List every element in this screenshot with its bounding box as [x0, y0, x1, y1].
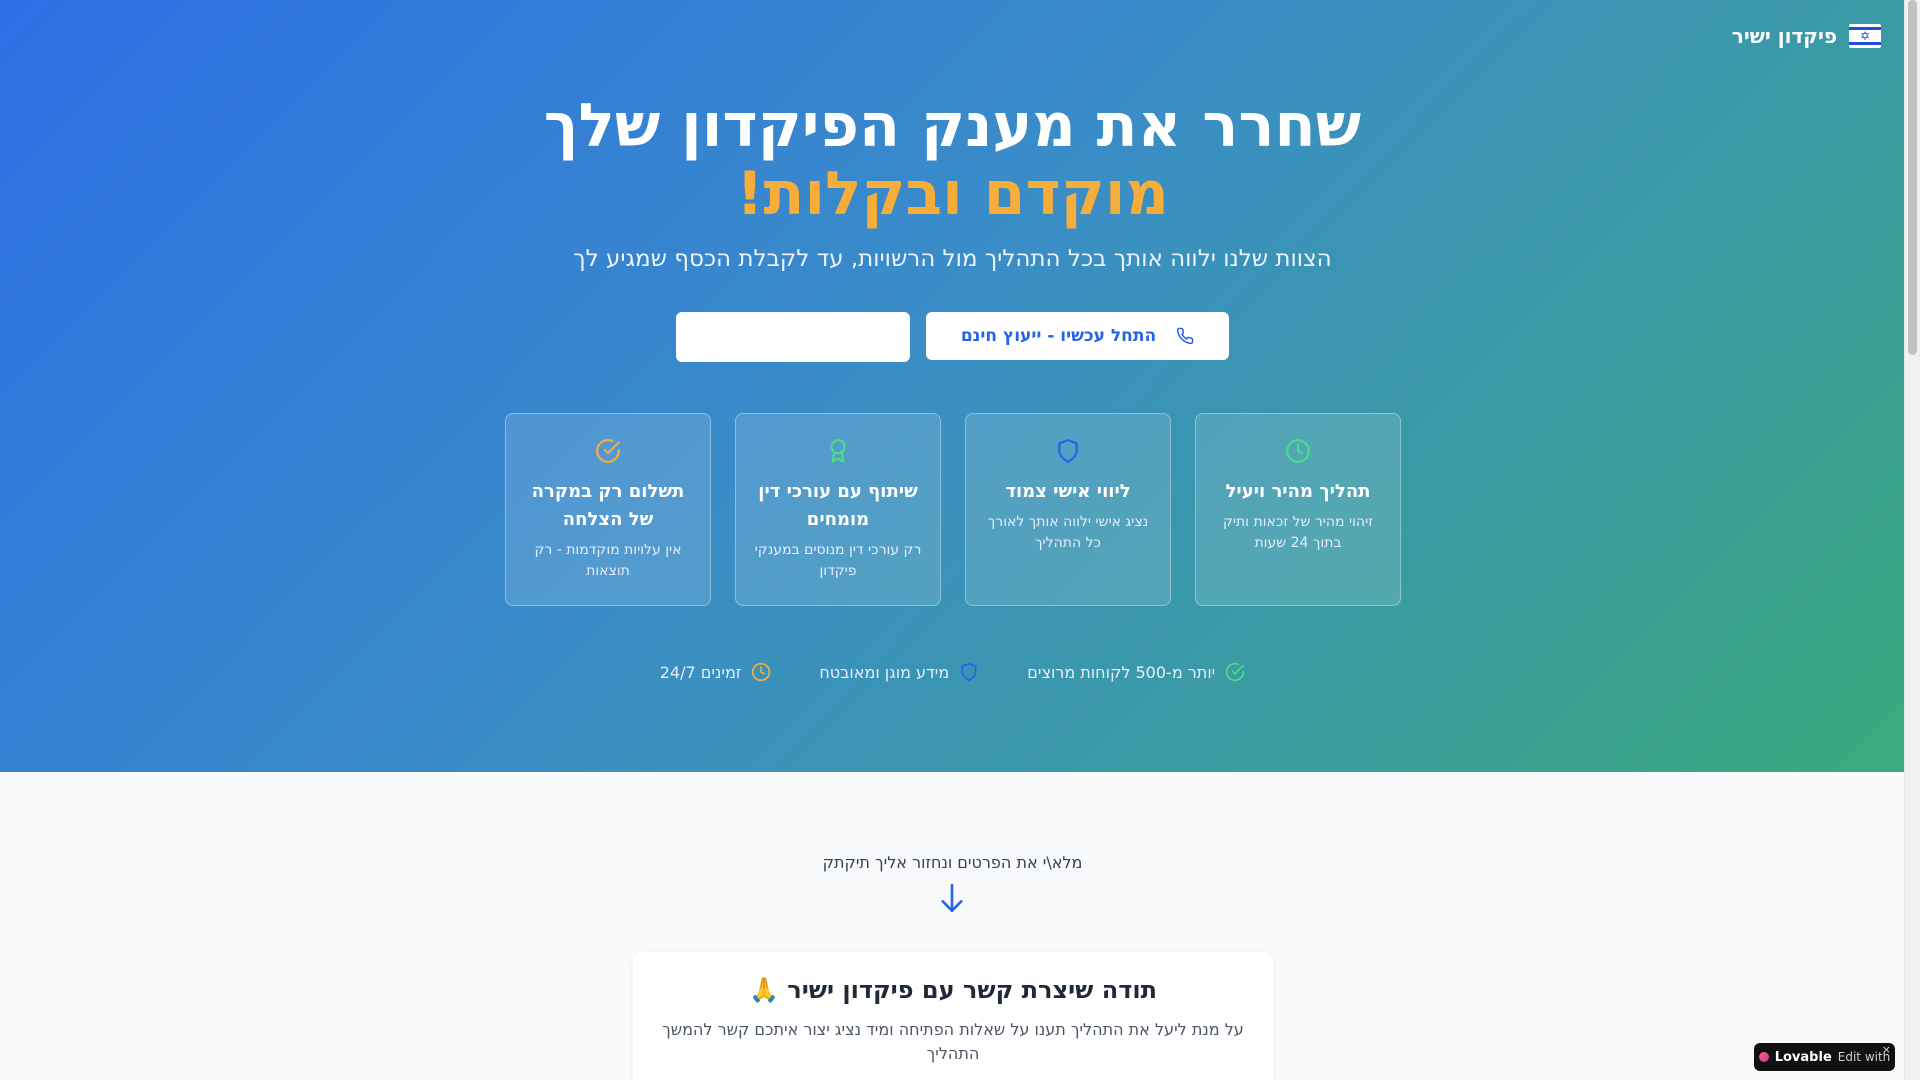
clock-icon — [752, 662, 771, 682]
close-icon[interactable]: × — [1882, 1043, 1891, 1056]
feature-desc: אין עלויות מוקדמות - רק תוצאות — [534, 542, 682, 579]
scrollbar[interactable] — [1904, 0, 1920, 1080]
clock-icon — [1286, 439, 1310, 463]
hero-title: שחרר את מענק הפיקדון שלך — [543, 91, 1362, 161]
form-title: תודה שיצרת קשר עם פיקדון ישיר 🙏 — [749, 976, 1157, 1004]
check-circle-icon — [1226, 662, 1245, 682]
feature-card-fast-process: תהליך מהיר ויעיל זיהוי מהיר של זכאות ותי… — [1195, 413, 1401, 606]
feature-title: תשלום רק במקרה של הצלחה — [531, 481, 685, 530]
badge-available: זמינים 24/7 — [660, 662, 772, 682]
award-icon — [830, 439, 846, 463]
hero-section: ✡ פיקדון ישיר שחרר את מענק הפיקדון שלך מ… — [0, 0, 1905, 772]
hero-title-highlight: מוקדם ובקלות! — [736, 159, 1169, 229]
brand[interactable]: ✡ פיקדון ישיר — [1732, 24, 1881, 48]
learn-more-button[interactable]: למד עוד על התהליך — [676, 312, 910, 362]
trust-badges: יותר מ-500 לקוחות מרוצים מידע מוגן ומאוב… — [0, 662, 1905, 682]
form-text: על מנת ליעל את התהליך תענו על שאלות הפתי… — [662, 1020, 1244, 1063]
feature-desc: זיהוי מהיר של זכאות ותיק בתוך 24 שעות — [1222, 514, 1374, 551]
feature-card-success-payment: תשלום רק במקרה של הצלחה אין עלויות מוקדמ… — [505, 413, 711, 606]
feature-title: תהליך מהיר ויעיל — [1225, 481, 1371, 502]
israel-flag-icon: ✡ — [1849, 24, 1881, 48]
check-circle-icon — [596, 439, 620, 463]
badge-secure: מידע מוגן ומאובטח — [819, 662, 979, 682]
hero-subtitle: הצוות שלנו ילווה אותך בכל התהליך מול הרש… — [573, 246, 1332, 272]
shield-icon — [1058, 439, 1078, 463]
feature-card-personal-support: ליווי אישי צמוד נציג אישי ילווה אותך לאו… — [965, 413, 1171, 606]
badge-customers: יותר מ-500 לקוחות מרוצים — [1027, 662, 1245, 682]
edit-with-lovable-button[interactable]: Lovable Edit with × — [1754, 1043, 1895, 1071]
feature-desc: נציג אישי ילווה אותך לאורך כל התהליך — [987, 514, 1149, 551]
phone-icon — [1176, 327, 1194, 345]
feature-title: ליווי אישי צמוד — [1005, 481, 1131, 502]
page: ✡ פיקדון ישיר שחרר את מענק הפיקדון שלך מ… — [0, 0, 1905, 1080]
brand-name: פיקדון ישיר — [1731, 24, 1837, 48]
arrow-down-icon — [941, 883, 963, 912]
form-card: תודה שיצרת קשר עם פיקדון ישיר 🙏 על מנת ל… — [633, 952, 1273, 1080]
feature-title: שיתוף עם עורכי דין מומחים — [758, 481, 918, 530]
feature-desc: רק עורכי דין מנוסים במענקי פיקדון — [754, 542, 922, 579]
learn-more-label: למד עוד על התהליך — [713, 327, 873, 347]
feature-card-lawyers: שיתוף עם עורכי דין מומחים רק עורכי דין מ… — [735, 413, 941, 606]
start-consultation-label: התחל עכשיו - ייעוץ חינם — [960, 326, 1157, 346]
shield-icon — [961, 662, 977, 682]
start-consultation-button[interactable]: התחל עכשיו - ייעוץ חינם — [926, 312, 1229, 360]
lovable-heart-icon — [1758, 1052, 1769, 1062]
scrollbar-thumb[interactable] — [1908, 0, 1917, 355]
form-prompt: מלא\י את הפרטים ונחזור אליך תיקתק — [822, 853, 1083, 872]
